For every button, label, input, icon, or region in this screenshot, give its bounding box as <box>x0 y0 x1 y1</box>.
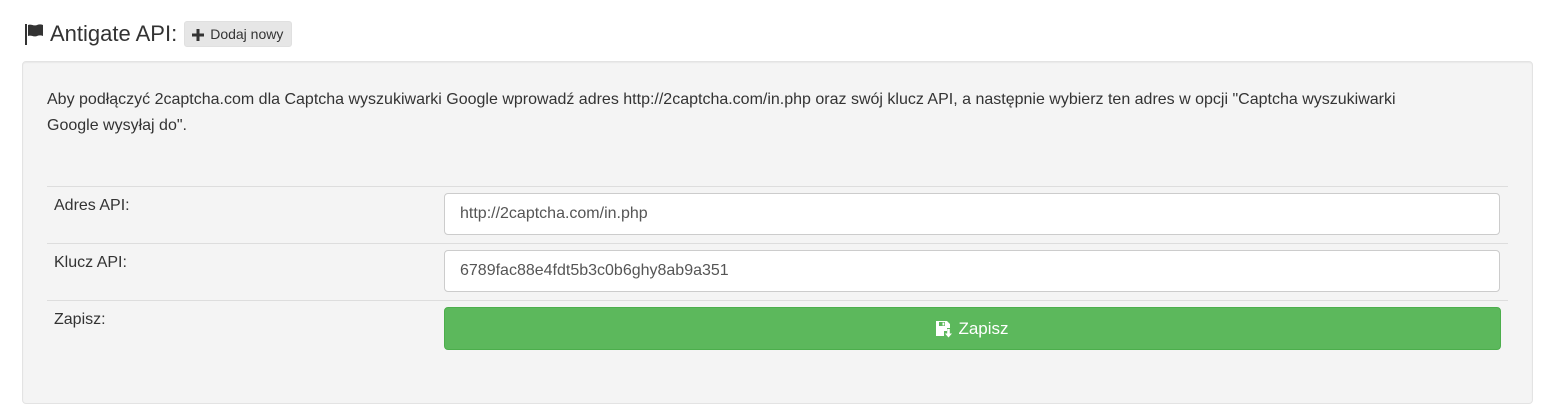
save-row: Zapisz: Zapisz <box>47 300 1508 357</box>
page-title: Antigate API: <box>50 21 178 46</box>
api-key-input[interactable] <box>444 250 1500 292</box>
api-address-label: Adres API: <box>54 197 130 214</box>
save-icon <box>936 320 953 338</box>
instructions-text: Aby podłączyć 2captcha.com dla Captcha w… <box>47 91 1396 134</box>
settings-panel: Aby podłączyć 2captcha.com dla Captcha w… <box>22 61 1533 404</box>
flag-icon <box>24 22 46 46</box>
add-new-button-label: Dodaj nowy <box>210 26 284 42</box>
api-form: Adres API: Klucz API: Zapisz: <box>47 186 1508 357</box>
save-button-label: Zapisz <box>958 318 1009 338</box>
save-button[interactable]: Zapisz <box>444 307 1501 350</box>
api-key-label: Klucz API: <box>54 254 127 271</box>
section-heading: Antigate API: Dodaj nowy <box>24 18 293 50</box>
api-address-row: Adres API: <box>47 186 1508 243</box>
save-label: Zapisz: <box>54 311 106 328</box>
api-address-input[interactable] <box>444 193 1500 235</box>
page: Antigate API: Dodaj nowy Aby podłączyć 2… <box>0 0 1552 417</box>
add-new-button[interactable]: Dodaj nowy <box>184 21 293 47</box>
plus-icon <box>192 28 205 41</box>
api-key-row: Klucz API: <box>47 243 1508 300</box>
